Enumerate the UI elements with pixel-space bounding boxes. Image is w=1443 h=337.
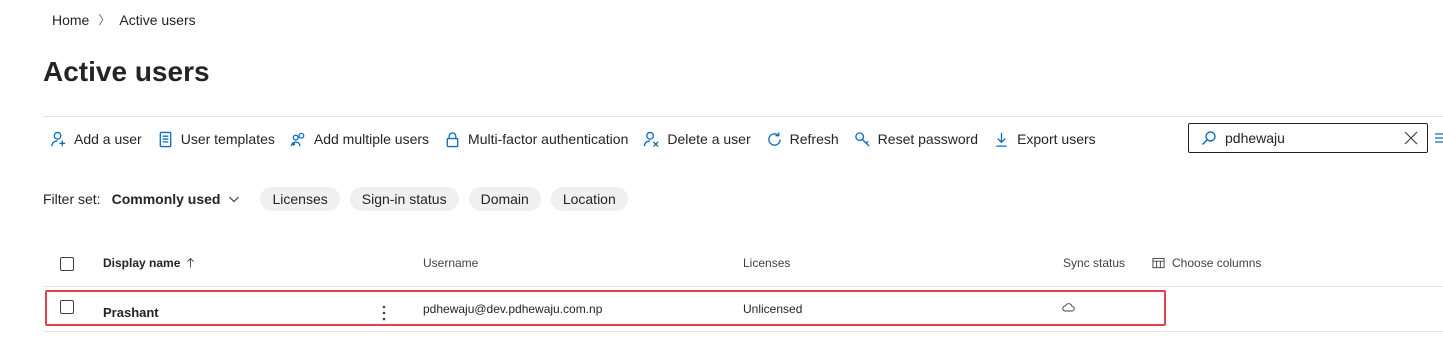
add-user-icon	[51, 131, 66, 146]
filter-bar: Filter set: Commonly used Licenses Sign-…	[43, 187, 638, 211]
filter-pill-location[interactable]: Location	[550, 187, 628, 211]
choose-columns-button[interactable]: Choose columns	[1152, 256, 1261, 270]
delete-user-button[interactable]: Delete a user	[643, 131, 751, 148]
filter-set-dropdown[interactable]: Commonly used	[112, 191, 221, 207]
reset-password-label: Reset password	[877, 131, 979, 147]
command-bar: Add a user User templates Add multiple u…	[50, 127, 1111, 151]
export-users-button[interactable]: Export users	[993, 131, 1096, 148]
refresh-label: Refresh	[789, 131, 839, 147]
page-title: Active users	[43, 56, 210, 87]
breadcrumb-home[interactable]: Home	[52, 12, 89, 28]
mfa-label: Multi-factor authentication	[468, 131, 629, 147]
search-input[interactable]	[1223, 129, 1397, 147]
add-multiple-users-label: Add multiple users	[313, 131, 430, 147]
export-users-label: Export users	[1017, 131, 1096, 147]
search-icon	[1202, 131, 1216, 145]
add-user-label: Add a user	[74, 131, 142, 147]
column-header-licenses[interactable]: Licenses	[743, 256, 790, 270]
header-divider	[43, 286, 1443, 287]
toolbar-divider	[43, 116, 1443, 117]
row-divider	[43, 331, 1443, 332]
refresh-button[interactable]: Refresh	[766, 131, 839, 148]
delete-user-icon	[644, 131, 659, 147]
add-multiple-users-button[interactable]: Add multiple users	[290, 131, 429, 148]
display-name-header-label: Display name	[103, 256, 181, 270]
add-people-icon	[290, 132, 305, 146]
document-icon	[159, 131, 172, 147]
chevron-right-icon: 〉	[98, 13, 111, 27]
more-options-icon[interactable]	[1435, 132, 1443, 144]
add-user-button[interactable]: Add a user	[50, 131, 142, 148]
sort-ascending-icon	[187, 257, 195, 268]
column-header-display-name[interactable]: Display name	[103, 256, 195, 270]
filter-pill-sign-in-status[interactable]: Sign-in status	[349, 187, 459, 211]
column-header-username[interactable]: Username	[423, 256, 478, 270]
user-templates-label: User templates	[180, 131, 275, 147]
close-icon[interactable]	[1404, 131, 1418, 145]
filter-pill-licenses[interactable]: Licenses	[260, 187, 340, 211]
refresh-icon	[767, 131, 781, 146]
user-templates-button[interactable]: User templates	[157, 131, 275, 148]
filter-set-label: Filter set:	[43, 191, 101, 207]
columns-icon	[1152, 257, 1165, 268]
breadcrumb: Home 〉 Active users	[52, 11, 196, 28]
highlight-box	[45, 290, 1166, 326]
chevron-down-icon[interactable]	[228, 193, 240, 205]
column-header-sync-status[interactable]: Sync status	[1063, 256, 1125, 270]
download-icon	[996, 132, 1007, 147]
lock-icon	[446, 131, 459, 147]
search-box	[1188, 123, 1428, 153]
filter-pill-domain[interactable]: Domain	[468, 187, 541, 211]
key-icon	[854, 131, 870, 147]
reset-password-button[interactable]: Reset password	[854, 131, 978, 148]
select-all-checkbox[interactable]	[60, 257, 74, 271]
mfa-button[interactable]: Multi-factor authentication	[444, 131, 628, 148]
delete-user-label: Delete a user	[667, 131, 751, 147]
choose-columns-label: Choose columns	[1172, 256, 1262, 270]
breadcrumb-current: Active users	[119, 11, 196, 28]
